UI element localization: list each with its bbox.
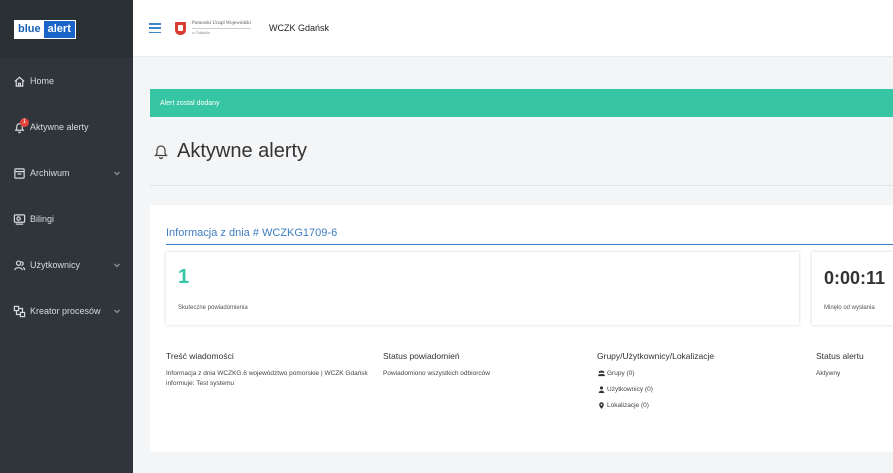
sidebar-item-home[interactable]: Home (0, 58, 133, 104)
message-column: Treść wiadomości Informacja z dnia WCZKG… (166, 351, 376, 389)
locations-label: Lokalizacje (0) (607, 401, 649, 409)
bell-icon (152, 142, 170, 160)
sidebar-item-aktywne-alerty[interactable]: 1 Aktywne alerty (0, 104, 133, 150)
sidebar-item-label: Archiwum (30, 168, 70, 178)
notification-status-header: Status powiadomień (383, 351, 460, 361)
logo-area: blue alert (0, 0, 133, 58)
sidebar-item-bilingi[interactable]: Bilingi (0, 196, 133, 242)
sidebar-item-label: Użytkownicy (30, 260, 81, 270)
logo-part-blue: blue (15, 20, 44, 38)
alert-panel: Informacja z dnia # WCZKG1709-6 1 Skutec… (150, 205, 893, 452)
successful-notifications-label: Skuteczne powiadomienia (178, 305, 248, 311)
notification-text: Alert został dodany (160, 99, 220, 107)
process-icon (12, 304, 26, 318)
success-notification: Alert został dodany (150, 89, 893, 117)
alert-status-header: Status alertu (816, 351, 864, 361)
locations-link[interactable]: Lokalizacje (0) (597, 401, 787, 409)
sidebar-item-uzytkownicy[interactable]: Użytkownicy (0, 242, 133, 288)
message-text: Informacja z dnia WCZKG.6 województwo po… (166, 370, 368, 387)
elapsed-time-value: 0:00:11 (824, 268, 886, 288)
sidebar-item-kreator-procesow[interactable]: Kreator procesów (0, 288, 133, 334)
users-label: Użytkownicy (0) (607, 385, 653, 393)
message-header: Treść wiadomości (166, 351, 234, 361)
user-icon (597, 385, 605, 393)
chevron-down-icon (113, 261, 121, 269)
alert-status-text: Aktywny (816, 370, 841, 377)
office-logo: Pomorski Urząd Wojewódzki w Gdańsku (192, 21, 251, 35)
sidebar-item-archiwum[interactable]: Archiwum (0, 150, 133, 196)
sidebar-menu: Home 1 Aktywne alerty Archiwum Bilingi U… (0, 58, 133, 334)
top-bar: Pomorski Urząd Wojewódzki w Gdańsku WCZK… (133, 0, 893, 57)
elapsed-time-label: Minęło od wysłania (824, 305, 875, 311)
group-icon (597, 369, 605, 377)
notification-status-text: Powiadomiono wszystkich odbiorców (383, 370, 490, 377)
logo[interactable]: blue alert (14, 19, 76, 39)
logo-part-alert: alert (43, 20, 75, 38)
sidebar-item-label: Home (30, 76, 55, 86)
map-marker-icon (597, 401, 605, 409)
page-title: Aktywne alerty (152, 134, 307, 168)
chevron-down-icon (113, 169, 121, 177)
successful-notifications-card: 1 Skuteczne powiadomienia (166, 252, 799, 325)
home-icon (12, 74, 26, 88)
page-title-text: Aktywne alerty (177, 139, 308, 162)
users-link[interactable]: Użytkownicy (0) (597, 385, 787, 393)
alert-status-column: Status alertu Aktywny (816, 351, 893, 379)
title-divider (150, 185, 893, 186)
alert-count-badge: 1 (20, 118, 29, 127)
office-city: w Gdańsku (192, 28, 251, 35)
groups-label: Grupy (0) (607, 369, 635, 377)
sidebar-item-label: Kreator procesów (30, 306, 101, 316)
hamburger-menu-icon[interactable] (149, 23, 161, 33)
coat-of-arms-icon (175, 21, 186, 35)
sidebar: blue alert Home 1 Aktywne alerty Archiwu… (0, 0, 133, 473)
users-icon (12, 258, 26, 272)
recipients-header: Grupy/Użytkownicy/Lokalizacje (597, 351, 715, 361)
notification-status-column: Status powiadomień Powiadomiono wszystki… (383, 351, 583, 379)
organization-name: WCZK Gdańsk (268, 23, 329, 33)
groups-link[interactable]: Grupy (0) (597, 369, 787, 377)
office-name: Pomorski Urząd Wojewódzki (192, 21, 251, 26)
successful-notifications-count: 1 (178, 266, 190, 288)
recipients-column: Grupy/Użytkownicy/Lokalizacje Grupy (0) … (597, 351, 787, 417)
elapsed-time-card: 0:00:11 Minęło od wysłania (812, 252, 893, 325)
archive-icon (12, 166, 26, 180)
sidebar-item-label: Bilingi (30, 214, 55, 224)
billing-icon (12, 212, 26, 226)
panel-heading: Informacja z dnia # WCZKG1709-6 (166, 227, 893, 245)
sidebar-item-label: Aktywne alerty (30, 122, 89, 132)
chevron-down-icon (113, 307, 121, 315)
